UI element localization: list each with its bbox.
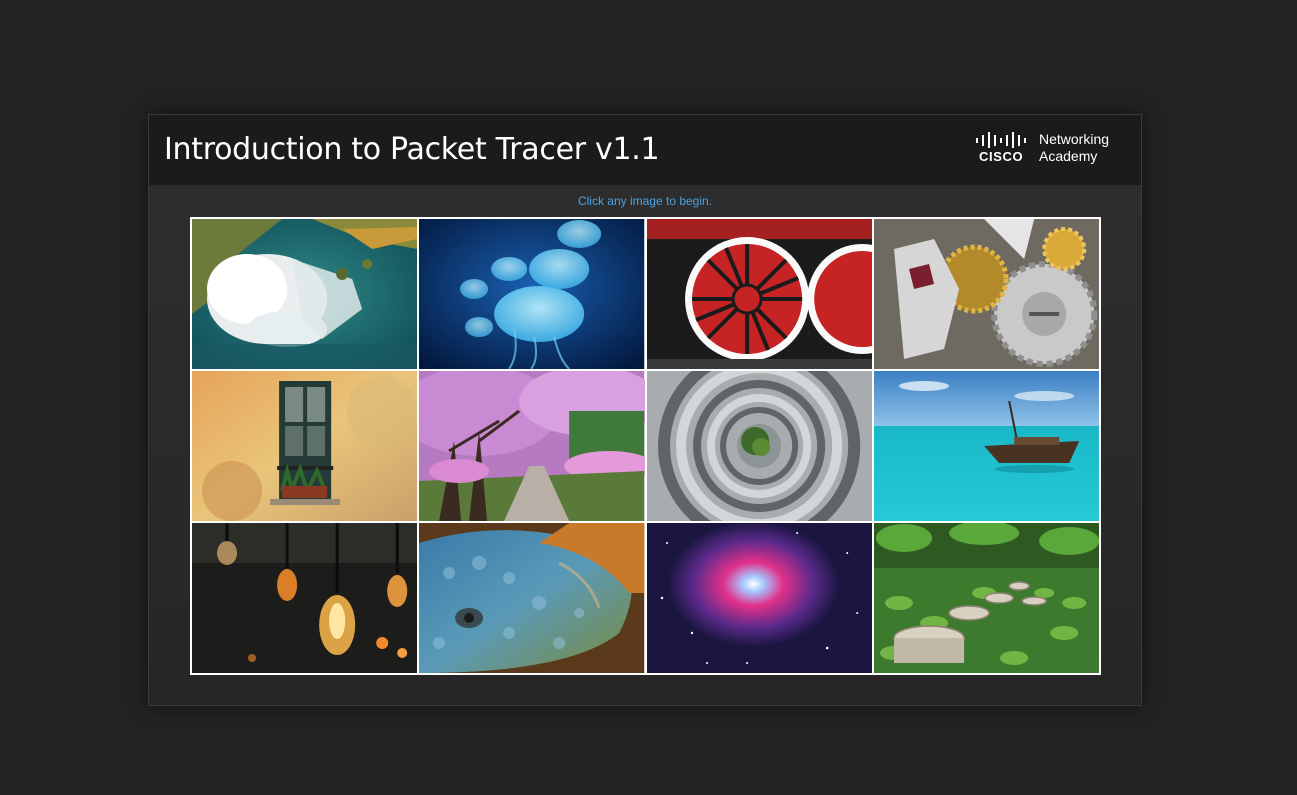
nebula-image xyxy=(646,523,872,673)
gallery-image-window[interactable] xyxy=(192,371,418,521)
cisco-bars-icon xyxy=(976,132,1026,148)
stepping-stones-image xyxy=(873,523,1099,673)
academy-line2: Academy xyxy=(1039,148,1098,164)
window-image xyxy=(192,371,418,521)
cisco-wordmark: CISCO xyxy=(979,149,1024,164)
gallery-image-jellyfish[interactable] xyxy=(419,219,645,369)
gallery-image-cherry-blossoms[interactable] xyxy=(419,371,645,521)
gallery-image-iguana[interactable] xyxy=(419,523,645,673)
image-gallery xyxy=(190,217,1101,675)
gallery-image-stepping-stones[interactable] xyxy=(873,523,1099,673)
gears-image xyxy=(873,219,1099,369)
gallery-image-waterfall[interactable] xyxy=(192,219,418,369)
boat-image xyxy=(873,371,1099,521)
gallery-image-boat[interactable] xyxy=(873,371,1099,521)
train-wheel-image xyxy=(646,219,872,369)
cisco-networking-academy-logo: CISCO Networking Academy xyxy=(975,129,1125,169)
module-panel: Introduction to Packet Tracer v1.1 CISCO… xyxy=(148,114,1142,706)
academy-line1: Networking xyxy=(1039,131,1110,147)
blossom-image xyxy=(419,371,645,521)
light-bulbs-image xyxy=(192,523,418,673)
waterfall-image xyxy=(192,219,418,369)
iguana-image xyxy=(419,523,645,673)
jellyfish-image xyxy=(419,219,645,369)
gallery-image-gears[interactable] xyxy=(873,219,1099,369)
gallery-image-staircase[interactable] xyxy=(646,371,872,521)
instruction-text: Click any image to begin. xyxy=(577,194,713,208)
page-title: Introduction to Packet Tracer v1.1 xyxy=(164,132,660,167)
staircase-image xyxy=(646,371,872,521)
gallery-image-light-bulbs[interactable] xyxy=(192,523,418,673)
gallery-image-locomotive[interactable] xyxy=(646,219,872,369)
gallery-image-nebula[interactable] xyxy=(646,523,872,673)
academy-name: Networking Academy xyxy=(1039,131,1109,165)
header-bar: Introduction to Packet Tracer v1.1 CISCO… xyxy=(149,115,1141,185)
